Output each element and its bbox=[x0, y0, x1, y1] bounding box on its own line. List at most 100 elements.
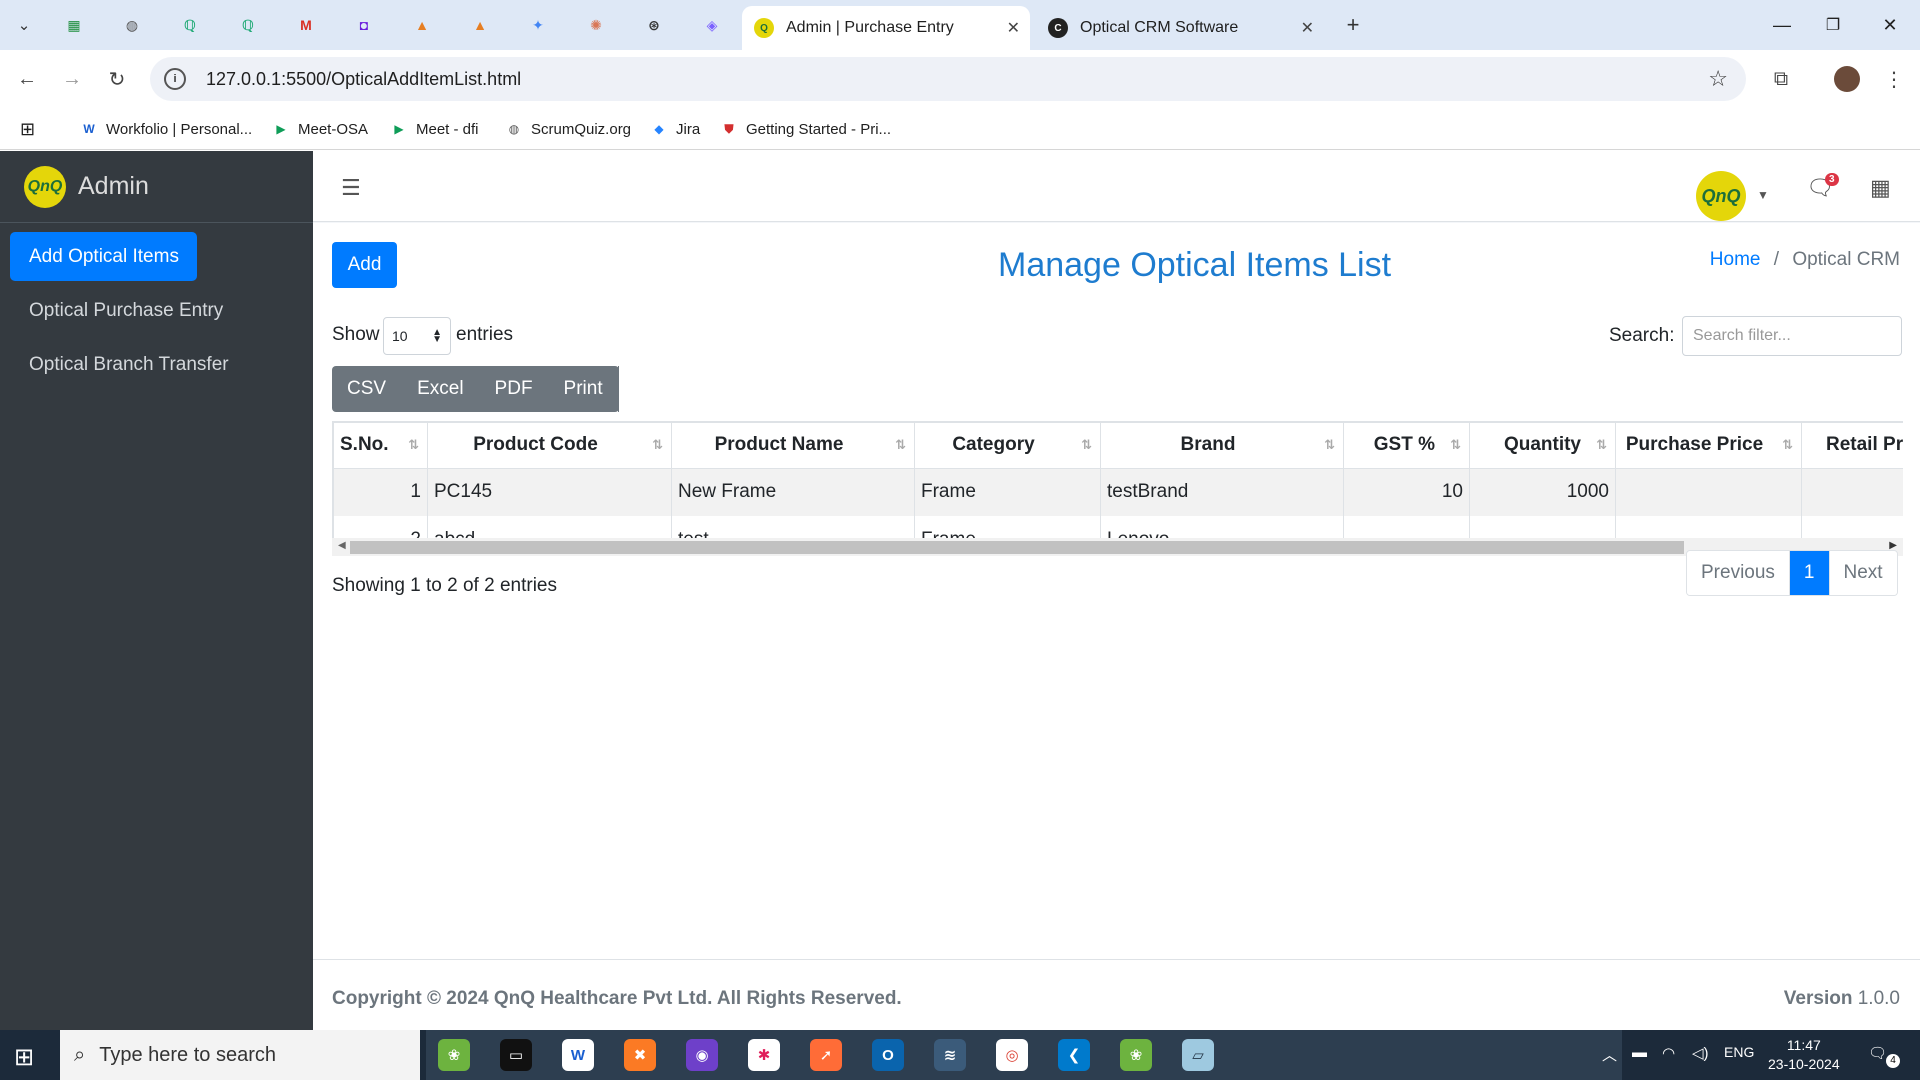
next-page-button[interactable]: Next bbox=[1829, 551, 1897, 595]
sheets-tab-icon[interactable]: ▦ bbox=[59, 10, 89, 40]
back-icon[interactable]: ← bbox=[12, 64, 42, 94]
notifications-icon[interactable]: 🗨 bbox=[1868, 1044, 1887, 1062]
meet-tab-icon[interactable]: ◘ bbox=[349, 10, 379, 40]
vscode-app-icon[interactable]: ❮ bbox=[1058, 1039, 1090, 1071]
user-avatar[interactable]: QnQ bbox=[1696, 171, 1746, 221]
new-tab-icon[interactable]: + bbox=[1340, 12, 1366, 38]
gmail-tab-icon[interactable]: M bbox=[291, 10, 321, 40]
jira-icon: ◆ bbox=[654, 122, 664, 136]
col-purchase-price[interactable]: Purchase Price ⇅ bbox=[1615, 421, 1802, 469]
tab-admin-purchase-entry[interactable]: Q Admin | Purchase Entry ✕ bbox=[742, 6, 1030, 50]
apps-grid-icon[interactable]: ⊞ bbox=[20, 116, 35, 142]
battery-icon[interactable]: ▬ bbox=[1632, 1044, 1647, 1061]
taskbar-search[interactable]: ⌕ Type here to search bbox=[60, 1030, 420, 1080]
tab-search-icon[interactable]: ⌄ bbox=[11, 12, 37, 38]
add-button[interactable]: Add bbox=[332, 242, 397, 288]
outlook-app-icon[interactable]: O bbox=[872, 1039, 904, 1071]
print-button[interactable]: Print bbox=[549, 366, 619, 412]
col-gst[interactable]: GST % ⇅ bbox=[1343, 421, 1470, 469]
brand-link[interactable]: QnQ Admin bbox=[0, 151, 313, 223]
bookmark-star-icon[interactable]: ☆ bbox=[1708, 66, 1728, 92]
globe-tab-icon[interactable]: ◍ bbox=[117, 10, 147, 40]
scroll-left-icon[interactable]: ◀ bbox=[338, 540, 346, 551]
qnq-tab-icon-2[interactable]: ℚ bbox=[233, 10, 263, 40]
wifi-icon[interactable]: ◠ bbox=[1662, 1044, 1675, 1062]
sidebar-item-add-optical-items[interactable]: Add Optical Items bbox=[10, 232, 197, 281]
volume-icon[interactable]: ◁) bbox=[1692, 1044, 1709, 1062]
terminal-app-icon[interactable]: ▭ bbox=[500, 1039, 532, 1071]
breadcrumb-separator: / bbox=[1773, 249, 1780, 270]
header-label: Quantity bbox=[1503, 434, 1581, 456]
col-retail-price[interactable]: Retail Price bbox=[1801, 421, 1903, 469]
hamburger-menu-icon[interactable]: ☰ bbox=[341, 175, 361, 201]
postman-app-icon[interactable]: ➚ bbox=[810, 1039, 842, 1071]
tab-optical-crm[interactable]: C Optical CRM Software ✕ bbox=[1036, 6, 1324, 50]
close-window-icon[interactable]: ✕ bbox=[1870, 10, 1910, 40]
bookmark-meet-osa[interactable]: ▶ Meet-OSA bbox=[272, 116, 368, 142]
search-input[interactable]: Search filter... bbox=[1682, 316, 1902, 356]
extensions-icon[interactable]: ⧉ bbox=[1766, 64, 1796, 94]
col-sno[interactable]: S.No. ⇅ bbox=[333, 421, 428, 469]
excel-button[interactable]: Excel bbox=[402, 366, 480, 412]
chrome-app-icon[interactable]: ◎ bbox=[996, 1039, 1028, 1071]
url-text[interactable]: 127.0.0.1:5500/OpticalAddItemList.html bbox=[206, 69, 521, 90]
close-tab-icon[interactable]: ✕ bbox=[1301, 18, 1314, 38]
breadcrumb-home[interactable]: Home bbox=[1710, 249, 1761, 270]
bookmark-label: Jira bbox=[676, 120, 701, 138]
col-quantity[interactable]: Quantity ⇅ bbox=[1469, 421, 1616, 469]
spring-tools-app-icon[interactable]: ❀ bbox=[1120, 1039, 1152, 1071]
scrollbar-thumb[interactable] bbox=[350, 541, 1684, 554]
sidebar-item-optical-branch-transfer[interactable]: Optical Branch Transfer bbox=[10, 340, 229, 389]
page-length-select[interactable]: 10 ▲ ▼ bbox=[383, 317, 451, 355]
bookmark-workfolio[interactable]: W Workfolio | Personal... bbox=[80, 116, 252, 142]
brand-text: Admin bbox=[78, 172, 149, 200]
chatgpt-tab-icon[interactable]: ⊛ bbox=[639, 10, 669, 40]
taskbar-clock[interactable]: 11:47 23-10-2024 bbox=[1768, 1036, 1840, 1074]
workfolio-app-icon[interactable]: W bbox=[562, 1039, 594, 1071]
bookmark-meet-dfi[interactable]: ▶ Meet - dfi bbox=[390, 116, 478, 142]
spring-app-icon[interactable]: ❀ bbox=[438, 1039, 470, 1071]
pma-tab-icon[interactable]: ▲ bbox=[407, 10, 437, 40]
slack-app-icon[interactable]: ✱ bbox=[748, 1039, 780, 1071]
col-product-name[interactable]: Product Name ⇅ bbox=[671, 421, 915, 469]
profile-avatar-icon[interactable] bbox=[1832, 64, 1862, 94]
horizontal-scrollbar[interactable]: ◀ ▶ bbox=[332, 538, 1903, 556]
gemini-tab-icon[interactable]: ✦ bbox=[523, 10, 553, 40]
close-tab-icon[interactable]: ✕ bbox=[1007, 18, 1020, 38]
pdf-button[interactable]: PDF bbox=[480, 366, 549, 412]
minimize-icon[interactable]: — bbox=[1762, 10, 1802, 40]
table-row[interactable]: 1 PC145 New Frame Frame testBrand 10 100… bbox=[333, 468, 1903, 516]
pma-tab-icon-2[interactable]: ▲ bbox=[465, 10, 495, 40]
github-app-icon[interactable]: ◉ bbox=[686, 1039, 718, 1071]
claude-tab-icon[interactable]: ✺ bbox=[581, 10, 611, 40]
mysql-app-icon[interactable]: ≋ bbox=[934, 1039, 966, 1071]
col-category[interactable]: Category ⇅ bbox=[914, 421, 1101, 469]
chrome-menu-icon[interactable]: ⋮ bbox=[1879, 64, 1909, 94]
col-brand[interactable]: Brand ⇅ bbox=[1100, 421, 1344, 469]
caret-down-icon[interactable]: ▼ bbox=[1757, 188, 1769, 202]
csv-button[interactable]: CSV bbox=[332, 366, 403, 412]
copilot-tab-icon[interactable]: ◈ bbox=[697, 10, 727, 40]
page-1-button[interactable]: 1 bbox=[1789, 551, 1830, 595]
reload-icon[interactable]: ↻ bbox=[102, 64, 132, 94]
notepad-app-icon[interactable]: ▱ bbox=[1182, 1039, 1214, 1071]
bookmark-jira[interactable]: ◆ Jira bbox=[650, 116, 700, 142]
qnq-tab-icon[interactable]: ℚ bbox=[175, 10, 205, 40]
omnibox[interactable]: i 127.0.0.1:5500/OpticalAddItemList.html… bbox=[150, 57, 1746, 101]
sidebar-item-optical-purchase-entry[interactable]: Optical Purchase Entry bbox=[10, 286, 223, 335]
xampp-app-icon[interactable]: ✖ bbox=[624, 1039, 656, 1071]
table-row[interactable]: 2 abcd test Frame Lenovo bbox=[333, 516, 1903, 538]
table-info: Showing 1 to 2 of 2 entries bbox=[332, 575, 557, 596]
col-product-code[interactable]: Product Code ⇅ bbox=[427, 421, 672, 469]
cell-product-name: test bbox=[671, 516, 915, 538]
tray-chevron-icon[interactable]: ︿ bbox=[1602, 1044, 1617, 1065]
bookmark-scrumquiz[interactable]: ◍ ScrumQuiz.org bbox=[505, 116, 631, 142]
grid-apps-icon[interactable]: ▦ bbox=[1870, 175, 1891, 201]
windows-start-icon[interactable]: ⊞ bbox=[14, 1043, 34, 1072]
site-info-icon[interactable]: i bbox=[164, 68, 186, 90]
bookmark-getting-started[interactable]: ⛊ Getting Started - Pri... bbox=[720, 116, 891, 142]
restore-icon[interactable]: ❐ bbox=[1813, 10, 1853, 40]
forward-icon[interactable]: → bbox=[57, 64, 87, 94]
previous-page-button[interactable]: Previous bbox=[1687, 551, 1790, 595]
language-indicator[interactable]: ENG bbox=[1724, 1044, 1754, 1060]
